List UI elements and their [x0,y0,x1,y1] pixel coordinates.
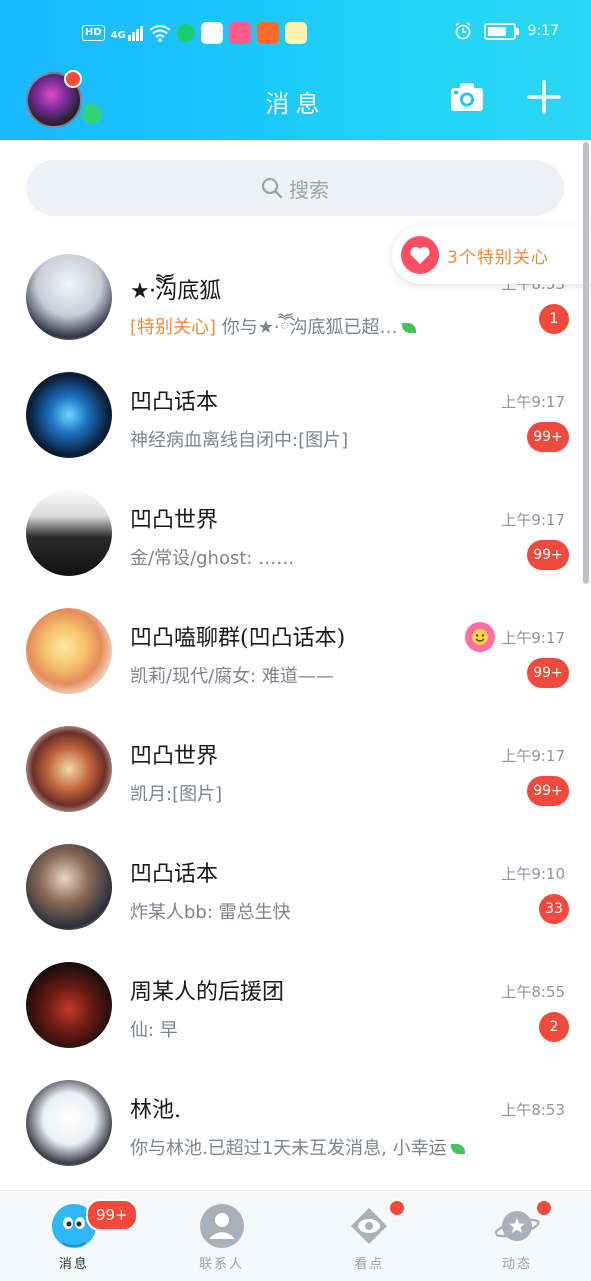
conversation-message: 凯莉/现代/腐女: 难道—— [130,666,334,687]
conversation-preview: 你与林池.已超过1天未互发消息, 小幸运 [130,1134,465,1160]
notification-app-icon [200,22,223,44]
notification-app-icon [228,22,251,44]
search-icon [261,177,283,199]
conversation-preview: [特别关心] 你与★·ཽ沟底狐已超… [130,308,416,358]
signal-icon: 4G [110,25,143,41]
unread-badge: 2 [539,1012,569,1042]
unread-badge: 99+ [527,658,569,688]
status-left: HD 4G [82,22,307,44]
special-care-label: 3个特别关心 [447,247,549,268]
battery-icon [483,22,519,40]
conversation-preview: 仙: 早 [130,1016,178,1042]
search-input[interactable]: 搜索 [26,160,564,216]
special-care-tag: [特别关心] [130,317,217,338]
app-header: HD 4G 9:17 消息 [0,0,591,140]
flower-emoji-icon [465,622,495,652]
conversation-preview: 金/常设/ghost: …… [130,544,294,570]
plus-icon[interactable] [527,80,561,114]
conversation-message: 炸某人bb: 雷总生快 [130,902,291,923]
unread-badge: 99+ [527,776,569,806]
conversation-avatar [26,490,112,576]
conversation-preview: 凯莉/现代/腐女: 难道—— [130,662,334,688]
status-right: 9:17 [454,22,559,40]
conversation-item[interactable]: 凹凸话本 神经病血离线自闭中:[图片] 上午9:17 99+ [0,354,591,472]
conversation-avatar [26,1080,112,1166]
heart-icon [401,236,439,274]
notification-app-icon [284,22,307,44]
conversation-item[interactable]: 凹凸话本 炸某人bb: 雷总生快 上午9:10 33 [0,826,591,944]
conversation-preview: 神经病血离线自闭中:[图片] [130,426,348,452]
contacts-icon [199,1204,244,1248]
conversation-avatar [26,844,112,930]
conversation-message: 神经病血离线自闭中:[图片] [130,430,349,451]
conversation-avatar [26,372,112,458]
conversation-list: ★·ཽ沟底狐 [特别关心] 你与★·ཽ沟底狐已超… 上午8:53 1 凹凸话本 … [0,236,591,1180]
conversation-avatar [26,608,112,694]
tab-contacts[interactable]: 联系人 [148,1191,296,1281]
tab-kandian-label: 看点 [354,1257,385,1272]
planet-star-icon [494,1211,540,1241]
conversation-name: 林池. [130,1098,181,1123]
scrollbar[interactable] [583,142,589,584]
leaf-icon [401,323,416,333]
page-title: 消息 [265,90,326,118]
conversation-name: 凹凸话本 [130,862,219,887]
unread-badge: 33 [539,894,569,924]
tab-kandian[interactable]: 看点 [296,1191,444,1281]
conversation-name: 凹凸话本 [130,390,219,415]
search-placeholder: 搜索 [289,177,329,202]
status-bar: HD 4G 9:17 [0,0,591,70]
tab-contacts-label: 联系人 [199,1257,245,1272]
tab-feeds[interactable]: 动态 [443,1191,591,1281]
conversation-message: 金/常设/ghost: …… [130,548,295,569]
tab-feeds-label: 动态 [502,1257,533,1272]
leaf-icon [450,1144,465,1154]
unread-badge: 99+ [527,540,569,570]
tab-messages-label: 消息 [58,1257,89,1272]
alarm-icon [455,22,470,40]
conversation-item[interactable]: 林池. 你与林池.已超过1天未互发消息, 小幸运 上午8:53 [0,1062,591,1180]
kandian-notification-dot [387,1199,406,1217]
conversation-message: 凯月:[图片] [130,784,223,805]
conversation-time: 上午9:10 [501,865,565,883]
feeds-notification-dot [535,1199,554,1217]
messages-badge: 99+ [86,1199,138,1231]
conversation-name: 凹凸嗑聊群(凹凸话本) [130,626,346,651]
conversation-time: 上午9:17 [501,393,565,411]
conversation-avatar [26,962,112,1048]
conversation-avatar [26,726,112,812]
conversation-message: 你与★·ཽ沟底狐已超… [216,317,398,338]
tab-messages[interactable]: 消息 99+ [0,1191,148,1281]
signal-label: 4G [110,29,126,41]
conversation-preview: 凯月:[图片] [130,780,222,806]
conversation-name: 周某人的后援团 [130,980,285,1005]
bottom-nav: 消息 99+ 联系人 看点 动态 [0,1190,591,1281]
camera-icon[interactable] [450,82,484,112]
conversation-item[interactable]: 凹凸世界 凯月:[图片] 上午9:17 99+ [0,708,591,826]
conversation-item[interactable]: 周某人的后援团 仙: 早 上午8:55 2 [0,944,591,1062]
unread-badge: 99+ [527,422,569,452]
hd-indicator: HD [82,25,105,41]
status-time: 9:17 [527,23,559,39]
conversation-item[interactable]: 凹凸嗑聊群(凹凸话本) 凯莉/现代/腐女: 难道—— 上午9:17 99+ [0,590,591,708]
unread-badge: 1 [539,304,569,334]
notification-app-icon [176,24,195,42]
eye-icon [351,1208,388,1244]
special-care-button[interactable]: 3个特别关心 [392,226,591,284]
conversation-avatar [26,254,112,340]
conversation-name: 凹凸世界 [130,744,219,769]
conversation-name: 凹凸世界 [130,508,219,533]
conversation-time: 上午8:53 [501,1101,565,1119]
wifi-icon [149,25,171,42]
conversation-time: 上午9:17 [501,629,565,647]
conversation-preview: 炸某人bb: 雷总生快 [130,898,291,924]
conversation-item[interactable]: 凹凸世界 金/常设/ghost: …… 上午9:17 99+ [0,472,591,590]
conversation-message: 你与林池.已超过1天未互发消息, 小幸运 [130,1138,447,1159]
conversation-time: 上午9:17 [501,747,565,765]
conversation-time: 上午9:17 [501,511,565,529]
conversation-message: 仙: 早 [130,1020,178,1041]
notification-app-icon [256,22,279,44]
conversation-time: 上午8:55 [501,983,565,1001]
